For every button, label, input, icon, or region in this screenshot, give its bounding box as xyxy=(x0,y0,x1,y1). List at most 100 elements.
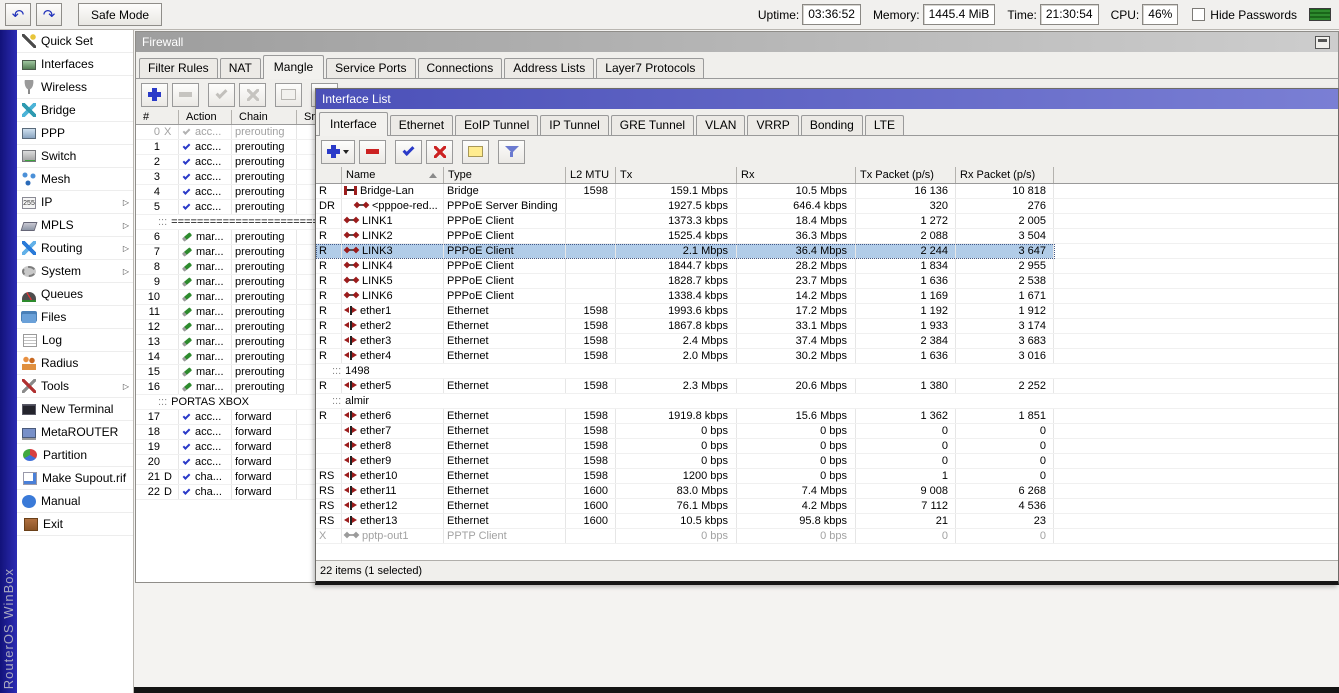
sidebar-item-exit[interactable]: Exit xyxy=(17,513,133,536)
tab-connections[interactable]: Connections xyxy=(418,58,503,78)
window-bottom-edge xyxy=(134,687,1339,693)
rule-action-label: acc... xyxy=(195,441,221,453)
sidebar-item-new-terminal[interactable]: New Terminal xyxy=(17,398,133,421)
sidebar-item-mesh[interactable]: Mesh xyxy=(17,168,133,191)
column-header-tx[interactable]: Tx xyxy=(616,167,737,183)
undo-button[interactable]: ↶ xyxy=(5,3,31,26)
tab-eoip-tunnel[interactable]: EoIP Tunnel xyxy=(455,115,538,135)
interface-name: LINK2 xyxy=(362,230,393,242)
tab-service-ports[interactable]: Service Ports xyxy=(326,58,415,78)
interface-row-ether7[interactable]: ether7Ethernet15980 bps0 bps00 xyxy=(316,424,1338,439)
tab-mangle[interactable]: Mangle xyxy=(263,55,324,79)
sidebar-item-manual[interactable]: Manual xyxy=(17,490,133,513)
comment-interface-button[interactable] xyxy=(462,140,489,164)
sidebar-item-ppp[interactable]: PPP xyxy=(17,122,133,145)
comment-rule-button[interactable] xyxy=(275,83,302,107)
interface-l2mtu: 1600 xyxy=(566,484,616,498)
tab-interface[interactable]: Interface xyxy=(319,112,388,136)
interface-row-link3[interactable]: RLINK3PPPoE Client2.1 Mbps36.4 Mbps2 244… xyxy=(316,244,1338,259)
interface-row-ether9[interactable]: ether9Ethernet15980 bps0 bps00 xyxy=(316,454,1338,469)
disable-rule-button[interactable] xyxy=(239,83,266,107)
firewall-titlebar[interactable]: Firewall xyxy=(136,32,1338,52)
add-interface-button[interactable] xyxy=(321,140,355,164)
column-header-name[interactable]: Name xyxy=(342,167,444,183)
tab-bonding[interactable]: Bonding xyxy=(801,115,863,135)
interface-row-ether4[interactable]: Rether4Ethernet15982.0 Mbps30.2 Mbps1 63… xyxy=(316,349,1338,364)
tab-vlan[interactable]: VLAN xyxy=(696,115,745,135)
tab-vrrp[interactable]: VRRP xyxy=(747,115,798,135)
interface-row-link6[interactable]: RLINK6PPPoE Client1338.4 kbps14.2 Mbps1 … xyxy=(316,289,1338,304)
restore-window-icon[interactable] xyxy=(1315,36,1330,49)
column-header-type[interactable]: Type xyxy=(444,167,566,183)
tab-lte[interactable]: LTE xyxy=(865,115,904,135)
interface-list-titlebar[interactable]: Interface List xyxy=(316,89,1338,109)
interface-row-ether13[interactable]: RSether13Ethernet160010.5 kbps95.8 kbps2… xyxy=(316,514,1338,529)
interface-row-pptp-out1[interactable]: Xpptp-out1PPTP Client0 bps0 bps00 xyxy=(316,529,1338,544)
column-header-rx-packet[interactable]: Rx Packet (p/s) xyxy=(956,167,1054,183)
sidebar-item-routing[interactable]: Routing▷ xyxy=(17,237,133,260)
add-rule-button[interactable] xyxy=(141,83,168,107)
remove-rule-button[interactable] xyxy=(172,83,199,107)
disable-interface-button[interactable] xyxy=(426,140,453,164)
tab-address-lists[interactable]: Address Lists xyxy=(504,58,594,78)
tab-filter-rules[interactable]: Filter Rules xyxy=(139,58,218,78)
interface-row-ether11[interactable]: RSether11Ethernet160083.0 Mbps7.4 Mbps9 … xyxy=(316,484,1338,499)
redo-button[interactable]: ↷ xyxy=(36,3,62,26)
sidebar-item-radius[interactable]: Radius xyxy=(17,352,133,375)
column-header-l2mtu[interactable]: L2 MTU xyxy=(566,167,616,183)
interface-row-ether2[interactable]: Rether2Ethernet15981867.8 kbps33.1 Mbps1… xyxy=(316,319,1338,334)
interface-row-link5[interactable]: RLINK5PPPoE Client1828.7 kbps23.7 Mbps1 … xyxy=(316,274,1338,289)
interface-row-link2[interactable]: RLINK2PPPoE Client1525.4 kbps36.3 Mbps2 … xyxy=(316,229,1338,244)
sidebar-item-metarouter[interactable]: MetaROUTER xyxy=(17,421,133,444)
safe-mode-button[interactable]: Safe Mode xyxy=(78,3,162,26)
filter-interfaces-button[interactable] xyxy=(498,140,525,164)
tab-ethernet[interactable]: Ethernet xyxy=(390,115,453,135)
tab-layer7-protocols[interactable]: Layer7 Protocols xyxy=(596,58,704,78)
tab-gre-tunnel[interactable]: GRE Tunnel xyxy=(611,115,694,135)
sidebar-item-interfaces[interactable]: Interfaces xyxy=(17,53,133,76)
interface-row-ether1[interactable]: Rether1Ethernet15981993.6 kbps17.2 Mbps1… xyxy=(316,304,1338,319)
interface-row-ether6[interactable]: Rether6Ethernet15981919.8 kbps15.6 Mbps1… xyxy=(316,409,1338,424)
sidebar-item-queues[interactable]: Queues xyxy=(17,283,133,306)
sidebar-item-ip[interactable]: 255IP▷ xyxy=(17,191,133,214)
column-header-rx[interactable]: Rx xyxy=(737,167,856,183)
remove-interface-button[interactable] xyxy=(359,140,386,164)
enable-interface-button[interactable] xyxy=(395,140,422,164)
interface-row-ether10[interactable]: RSether10Ethernet15981200 bps0 bps10 xyxy=(316,469,1338,484)
interface-row-ether5[interactable]: Rether5Ethernet15982.3 Mbps20.6 Mbps1 38… xyxy=(316,379,1338,394)
sidebar-item-wireless[interactable]: Wireless xyxy=(17,76,133,99)
tab-nat[interactable]: NAT xyxy=(220,58,261,78)
interface-row-ether12[interactable]: RSether12Ethernet160076.1 Mbps4.2 Mbps7 … xyxy=(316,499,1338,514)
sidebar-item-files[interactable]: Files xyxy=(17,306,133,329)
interface-row-bridge-lan[interactable]: RBridge-LanBridge1598159.1 Mbps10.5 Mbps… xyxy=(316,184,1338,199)
sidebar-item-switch[interactable]: Switch xyxy=(17,145,133,168)
interface-comment-row[interactable]: :::almir xyxy=(316,394,1338,409)
column-header-chain[interactable]: Chain xyxy=(232,110,297,124)
sidebar-item-log[interactable]: Log xyxy=(17,329,133,352)
interface-row-ether8[interactable]: ether8Ethernet15980 bps0 bps00 xyxy=(316,439,1338,454)
sidebar-item-make-supout-rif[interactable]: Make Supout.rif xyxy=(17,467,133,490)
interface-row-link1[interactable]: RLINK1PPPoE Client1373.3 kbps18.4 Mbps1 … xyxy=(316,214,1338,229)
pppoe-icon xyxy=(344,291,359,299)
sidebar-item-mpls[interactable]: MPLS▷ xyxy=(17,214,133,237)
column-header-action[interactable]: Action xyxy=(179,110,232,124)
interface-row-ether3[interactable]: Rether3Ethernet15982.4 Mbps37.4 Mbps2 38… xyxy=(316,334,1338,349)
sidebar-item-system[interactable]: System▷ xyxy=(17,260,133,283)
interface-comment-row[interactable]: :::1498 xyxy=(316,364,1338,379)
enable-rule-button[interactable] xyxy=(208,83,235,107)
column-header-flags[interactable] xyxy=(316,167,342,183)
accept-action-icon xyxy=(183,412,191,420)
interface-row-pppoe-red[interactable]: DR<pppoe-red...PPPoE Server Binding1927.… xyxy=(316,199,1338,214)
name-header-label: Name xyxy=(346,167,375,183)
hide-passwords-checkbox[interactable] xyxy=(1192,8,1205,21)
interface-row-link4[interactable]: RLINK4PPPoE Client1844.7 kbps28.2 Mbps1 … xyxy=(316,259,1338,274)
rule-flag xyxy=(160,185,179,199)
column-header-number[interactable]: # xyxy=(136,110,179,124)
sidebar-item-partition[interactable]: Partition xyxy=(17,444,133,467)
sidebar-item-bridge[interactable]: Bridge xyxy=(17,99,133,122)
port-icon xyxy=(344,471,357,480)
sidebar-item-tools[interactable]: Tools▷ xyxy=(17,375,133,398)
tab-ip-tunnel[interactable]: IP Tunnel xyxy=(540,115,608,135)
sidebar-item-quick-set[interactable]: Quick Set xyxy=(17,30,133,53)
column-header-tx-packet[interactable]: Tx Packet (p/s) xyxy=(856,167,956,183)
